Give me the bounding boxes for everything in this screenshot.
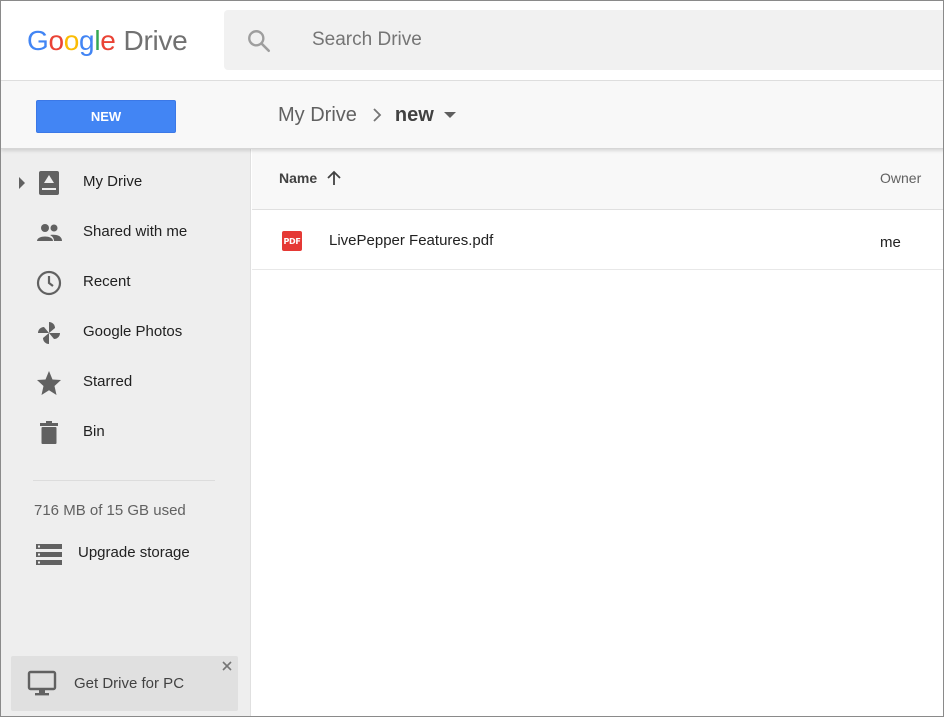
app-window: Google Drive NEW My Drive new — [0, 0, 944, 717]
upgrade-storage-link[interactable]: Upgrade storage — [1, 535, 251, 571]
sidebar-item-bin[interactable]: Bin — [1, 409, 251, 457]
chevron-right-icon — [373, 108, 382, 122]
sidebar-item-recent[interactable]: Recent — [1, 259, 251, 307]
drive-icon — [39, 171, 59, 195]
caret-down-icon[interactable] — [443, 111, 456, 119]
file-owner: me — [880, 234, 901, 251]
logo-letter: e — [100, 25, 116, 56]
top-header: Google Drive — [1, 1, 943, 81]
column-header-name[interactable]: Name — [279, 169, 343, 187]
logo-letter: o — [63, 25, 80, 56]
breadcrumb-my-drive[interactable]: My Drive — [278, 104, 357, 127]
sidebar: My Drive Shared with me Recent Google Ph… — [1, 149, 251, 716]
get-drive-for-pc-banner[interactable]: Get Drive for PC — [11, 656, 238, 711]
google-wordmark: Google — [27, 25, 116, 57]
sidebar-item-starred[interactable]: Starred — [1, 359, 251, 407]
trash-icon — [40, 421, 58, 444]
sidebar-item-label: Recent — [83, 273, 131, 290]
arrow-up-icon[interactable] — [325, 169, 343, 187]
file-list: Name Owner PDF LivePepper Features.pdf m… — [252, 149, 943, 716]
sidebar-item-label: Bin — [83, 423, 105, 440]
product-name: Drive — [123, 25, 188, 56]
photos-pinwheel-icon — [38, 322, 60, 344]
logo-letter: g — [79, 25, 95, 56]
breadcrumb: My Drive new — [278, 101, 456, 129]
table-row[interactable]: PDF LivePepper Features.pdf me — [252, 210, 943, 270]
monitor-icon — [27, 670, 57, 696]
search-input[interactable] — [312, 10, 912, 70]
expand-arrow-icon[interactable] — [18, 177, 26, 189]
get-drive-for-pc-label: Get Drive for PC — [74, 675, 185, 692]
sidebar-item-my-drive[interactable]: My Drive — [1, 159, 251, 207]
action-bar: NEW My Drive new — [1, 81, 943, 149]
sidebar-item-label: My Drive — [83, 173, 143, 190]
column-name-label: Name — [279, 170, 318, 186]
logo-letter: G — [27, 25, 49, 56]
sidebar-item-shared[interactable]: Shared with me — [1, 209, 251, 257]
search-bar — [224, 10, 943, 70]
star-icon — [37, 371, 61, 395]
search-icon[interactable] — [246, 28, 272, 54]
sidebar-item-label: Shared with me — [83, 223, 188, 240]
breadcrumb-current-folder[interactable]: new — [395, 104, 434, 127]
google-drive-logo[interactable]: Google Drive — [27, 25, 188, 59]
pdf-file-icon: PDF — [282, 231, 302, 251]
new-button[interactable]: NEW — [36, 100, 176, 133]
storage-usage-text: 716 MB of 15 GB used — [34, 502, 186, 519]
sidebar-divider — [33, 480, 215, 481]
sidebar-item-photos[interactable]: Google Photos — [1, 309, 251, 357]
close-icon[interactable] — [221, 660, 233, 672]
logo-letter: o — [48, 25, 64, 56]
list-header: Name Owner — [252, 149, 943, 210]
column-header-owner[interactable]: Owner — [880, 170, 921, 186]
storage-icon — [36, 544, 62, 565]
file-name: LivePepper Features.pdf — [329, 232, 494, 249]
clock-icon — [36, 270, 62, 296]
upgrade-storage-label: Upgrade storage — [78, 544, 190, 561]
sidebar-item-label: Starred — [83, 373, 133, 390]
people-icon — [37, 224, 62, 241]
sidebar-item-label: Google Photos — [83, 323, 183, 340]
